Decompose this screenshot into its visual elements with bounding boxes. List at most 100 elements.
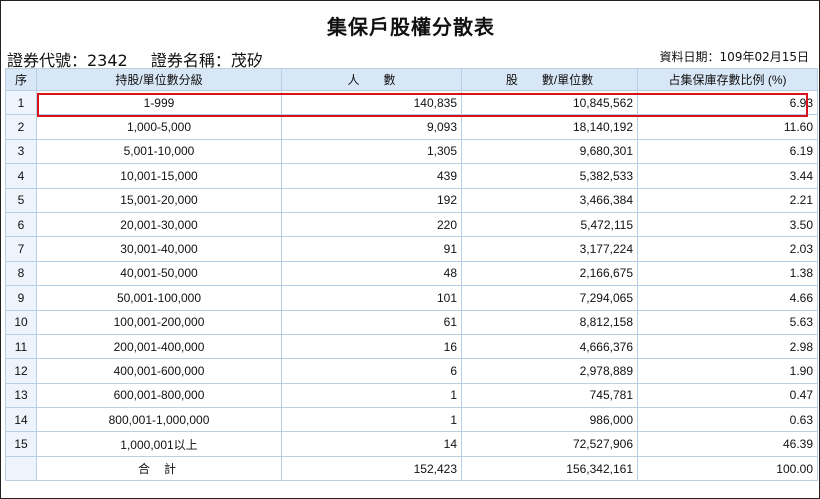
row-people-cell: 1 [282,408,462,433]
row-people-cell: 101 [282,286,462,311]
row-range-cell: 1-999 [37,91,282,116]
row-pct-cell: 0.47 [638,383,818,409]
table-row: 9 50,001-100,000 101 7,294,065 4.66 [6,286,818,311]
row-people-cell: 14 [282,432,462,457]
header-shares: 股 數/單位數 [462,69,638,91]
row-range-cell: 5,001-10,000 [37,139,282,165]
row-range-cell: 1,000-5,000 [37,115,282,140]
row-shares-cell: 4,666,376 [462,334,638,360]
table-row: 10 100,001-200,000 61 8,812,158 5.63 [6,310,818,335]
row-people-cell: 9,093 [282,115,462,140]
header-seq: 序 [6,69,37,91]
row-pct-cell: 6.93 [638,91,818,116]
table-row: 4 10,001-15,000 439 5,382,533 3.44 [6,164,818,189]
row-range-cell: 600,001-800,000 [37,383,282,409]
row-shares-cell: 986,000 [462,408,638,433]
row-shares-cell: 72,527,906 [462,432,638,457]
table-row: 3 5,001-10,000 1,305 9,680,301 6.19 [6,139,818,165]
row-pct-cell: 1.38 [638,261,818,287]
row-pct-cell: 2.98 [638,334,818,360]
total-people: 152,423 [282,456,462,482]
row-range-cell: 15,001-20,000 [37,188,282,213]
table-row: 6 20,001-30,000 220 5,472,115 3.50 [6,212,818,238]
row-seq-cell: 13 [6,383,37,409]
page-title: 集保戶股權分散表 [327,15,495,39]
row-people-cell: 16 [282,334,462,360]
row-pct-cell: 6.19 [638,139,818,165]
row-seq-cell: 7 [6,237,37,262]
table-row: 13 600,001-800,000 1 745,781 0.47 [6,383,818,409]
row-range-cell: 200,001-400,000 [37,334,282,360]
row-people-cell: 192 [282,188,462,213]
row-seq-cell: 14 [6,408,37,433]
data-date: 資料日期：109年02月15日 [659,50,809,64]
table-row: 2 1,000-5,000 9,093 18,140,192 11.60 [6,115,818,140]
row-pct-cell: 2.21 [638,188,818,213]
table-row: 7 30,001-40,000 91 3,177,224 2.03 [6,237,818,262]
row-people-cell: 91 [282,237,462,262]
row-pct-cell: 1.90 [638,359,818,384]
row-shares-cell: 5,382,533 [462,164,638,189]
total-shares: 156,342,161 [462,456,638,482]
row-seq-cell: 1 [6,91,37,116]
table-header-row: 序 持股/單位數分級 人 數 股 數/單位數 占集保庫存數比例 (%) [6,69,818,91]
row-shares-cell: 3,177,224 [462,237,638,262]
row-shares-cell: 10,845,562 [462,91,638,116]
row-shares-cell: 18,140,192 [462,115,638,140]
row-people-cell: 439 [282,164,462,189]
row-seq-cell: 3 [6,139,37,165]
total-pct: 100.00 [638,456,818,482]
header-pct: 占集保庫存數比例 (%) [638,69,818,91]
row-seq-cell: 8 [6,261,37,287]
report-frame: 集保戶股權分散表 證券代號：2342 證券名稱：茂矽 資料日期：109年02月1… [0,0,820,499]
row-seq-cell: 15 [6,432,37,457]
row-range-cell: 400,001-600,000 [37,359,282,384]
row-seq-cell: 9 [6,286,37,311]
row-seq-cell: 5 [6,188,37,213]
row-pct-cell: 46.39 [638,432,818,457]
row-pct-cell: 5.63 [638,310,818,335]
row-shares-cell: 745,781 [462,383,638,409]
row-range-cell: 30,001-40,000 [37,237,282,262]
total-label: 合計 [37,456,282,482]
row-shares-cell: 2,978,889 [462,359,638,384]
row-shares-cell: 8,812,158 [462,310,638,335]
row-seq-cell: 10 [6,310,37,335]
row-shares-cell: 3,466,384 [462,188,638,213]
table-row: 12 400,001-600,000 6 2,978,889 1.90 [6,359,818,384]
row-pct-cell: 3.50 [638,212,818,238]
total-row: 合計 152,423 156,342,161 100.00 [6,456,818,482]
row-people-cell: 61 [282,310,462,335]
row-people-cell: 140,835 [282,91,462,116]
row-shares-cell: 9,680,301 [462,139,638,165]
row-seq-cell: 6 [6,212,37,238]
row-range-cell: 1,000,001以上 [37,432,282,457]
row-pct-cell: 0.63 [638,408,818,433]
table-row: 5 15,001-20,000 192 3,466,384 2.21 [6,188,818,213]
row-range-cell: 40,001-50,000 [37,261,282,287]
header-people: 人 數 [282,69,462,91]
table-row: 11 200,001-400,000 16 4,666,376 2.98 [6,334,818,360]
header-range: 持股/單位數分級 [37,69,282,91]
row-pct-cell: 11.60 [638,115,818,140]
shareholding-distribution-table: 序 持股/單位數分級 人 數 股 數/單位數 占集保庫存數比例 (%) 1 1-9… [5,68,818,482]
row-people-cell: 220 [282,212,462,238]
row-pct-cell: 3.44 [638,164,818,189]
row-range-cell: 100,001-200,000 [37,310,282,335]
table-row: 14 800,001-1,000,000 1 986,000 0.63 [6,408,818,433]
table-row: 1 1-999 140,835 10,845,562 6.93 [6,91,818,116]
row-range-cell: 800,001-1,000,000 [37,408,282,433]
row-range-cell: 20,001-30,000 [37,212,282,238]
row-people-cell: 48 [282,261,462,287]
row-shares-cell: 5,472,115 [462,212,638,238]
row-range-cell: 10,001-15,000 [37,164,282,189]
row-pct-cell: 2.03 [638,237,818,262]
row-seq-cell: 12 [6,359,37,384]
row-people-cell: 1 [282,383,462,409]
row-seq-cell: 2 [6,115,37,140]
table-row: 15 1,000,001以上 14 72,527,906 46.39 [6,432,818,457]
row-seq-cell: 4 [6,164,37,189]
row-shares-cell: 2,166,675 [462,261,638,287]
row-seq-cell: 11 [6,334,37,360]
row-pct-cell: 4.66 [638,286,818,311]
